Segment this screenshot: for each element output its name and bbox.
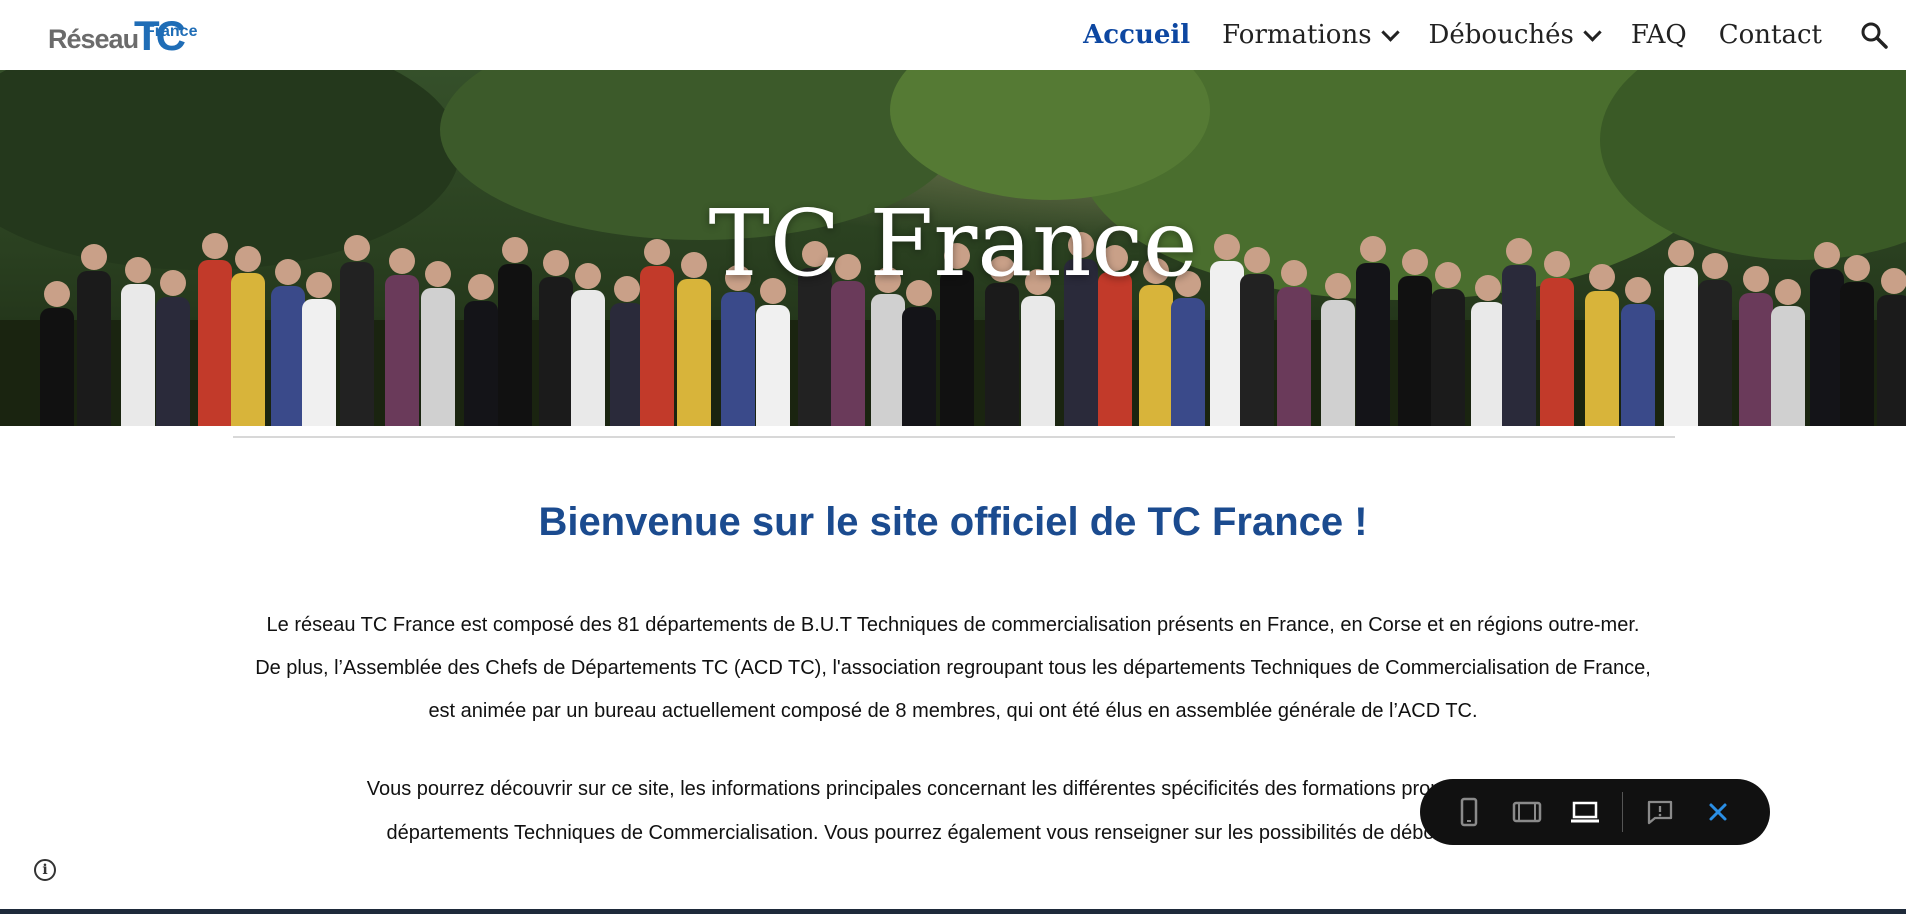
tablet-view-icon[interactable] — [1498, 788, 1556, 836]
preview-toolbar — [1420, 779, 1770, 845]
nav-accueil[interactable]: Accueil — [1083, 20, 1190, 50]
site-header: Réseau TC France Accueil Formations Débo… — [0, 0, 1906, 70]
intro-line-3: est animée par un bureau actuellement co… — [428, 700, 1478, 722]
intro-line-1: Le réseau TC France est composé des 81 d… — [266, 614, 1640, 636]
bottom-border — [0, 909, 1906, 914]
nav-accueil-label: Accueil — [1083, 20, 1191, 50]
site-logo[interactable]: Réseau TC France — [48, 12, 200, 59]
nav-faq-label: FAQ — [1630, 20, 1687, 50]
phone-view-icon[interactable] — [1440, 788, 1498, 836]
nav-debouches-label: Débouchés — [1428, 20, 1574, 50]
divider — [233, 436, 1675, 438]
feedback-icon[interactable] — [1631, 788, 1689, 836]
hero-banner: TC France — [0, 70, 1906, 426]
logo-word: Réseau — [48, 24, 139, 54]
search-icon[interactable] — [1854, 15, 1894, 55]
nav-faq[interactable]: FAQ — [1631, 20, 1687, 50]
close-icon[interactable] — [1689, 788, 1747, 836]
laptop-view-icon[interactable] — [1556, 788, 1614, 836]
intro-line-2: De plus, l’Assemblée des Chefs de Départ… — [255, 657, 1651, 679]
nav-contact-label: Contact — [1718, 20, 1822, 50]
main-nav: Accueil Formations Débouchés FAQ Contact — [1083, 0, 1906, 70]
chevron-down-icon — [1583, 22, 1602, 42]
toolbar-separator — [1622, 792, 1623, 832]
page-heading: Bienvenue sur le site officiel de TC Fra… — [538, 500, 1368, 544]
chevron-down-icon — [1380, 22, 1400, 42]
logo-france: France — [145, 23, 198, 40]
nav-debouches[interactable]: Débouchés — [1428, 20, 1602, 50]
nav-formations[interactable]: Formations — [1222, 20, 1400, 50]
info-icon[interactable]: i — [34, 859, 56, 881]
nav-contact[interactable]: Contact — [1719, 20, 1822, 50]
hero-title: TC France — [708, 190, 1198, 297]
nav-formations-label: Formations — [1222, 20, 1372, 50]
